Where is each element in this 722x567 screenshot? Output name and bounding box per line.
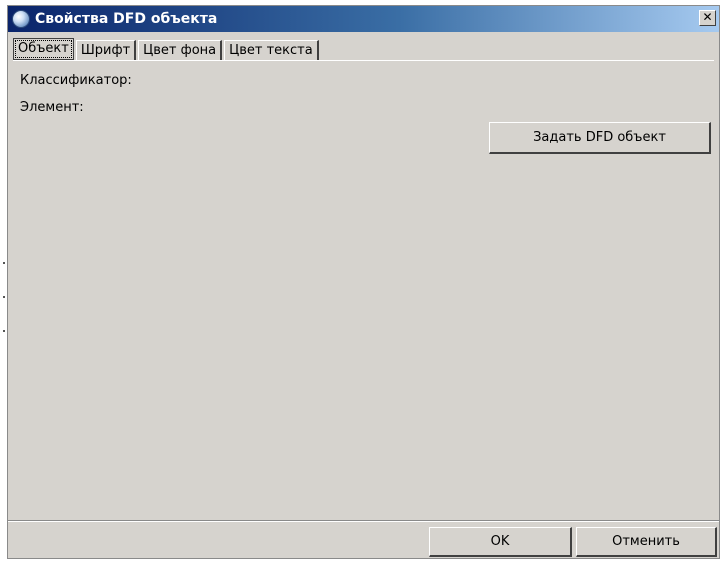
tab-text-color[interactable]: Цвет текста — [224, 40, 319, 60]
ok-button[interactable]: OK — [429, 527, 572, 557]
element-label: Элемент: — [20, 100, 84, 115]
edge-mark — [3, 330, 5, 332]
close-button[interactable]: ✕ — [699, 10, 716, 26]
tab-strip: Объект Шрифт Цвет фона Цвет текста — [13, 38, 321, 60]
dfd-properties-dialog: Свойства DFD объекта ✕ Объект Шрифт Цвет… — [7, 5, 720, 559]
tab-background-color[interactable]: Цвет фона — [138, 40, 223, 60]
window-title: Свойства DFD объекта — [35, 11, 218, 27]
footer-divider — [8, 520, 719, 522]
edge-mark — [3, 296, 5, 298]
app-globe-icon — [12, 10, 30, 28]
title-bar[interactable]: Свойства DFD объекта ✕ — [8, 6, 719, 32]
cancel-button[interactable]: Отменить — [576, 527, 717, 557]
edge-mark — [3, 262, 5, 264]
classifier-label: Классификатор: — [20, 73, 132, 88]
set-dfd-object-button[interactable]: Задать DFD объект — [489, 122, 711, 154]
tab-font[interactable]: Шрифт — [75, 40, 137, 60]
tab-object[interactable]: Объект — [13, 38, 74, 60]
tab-pane-border — [13, 60, 714, 61]
